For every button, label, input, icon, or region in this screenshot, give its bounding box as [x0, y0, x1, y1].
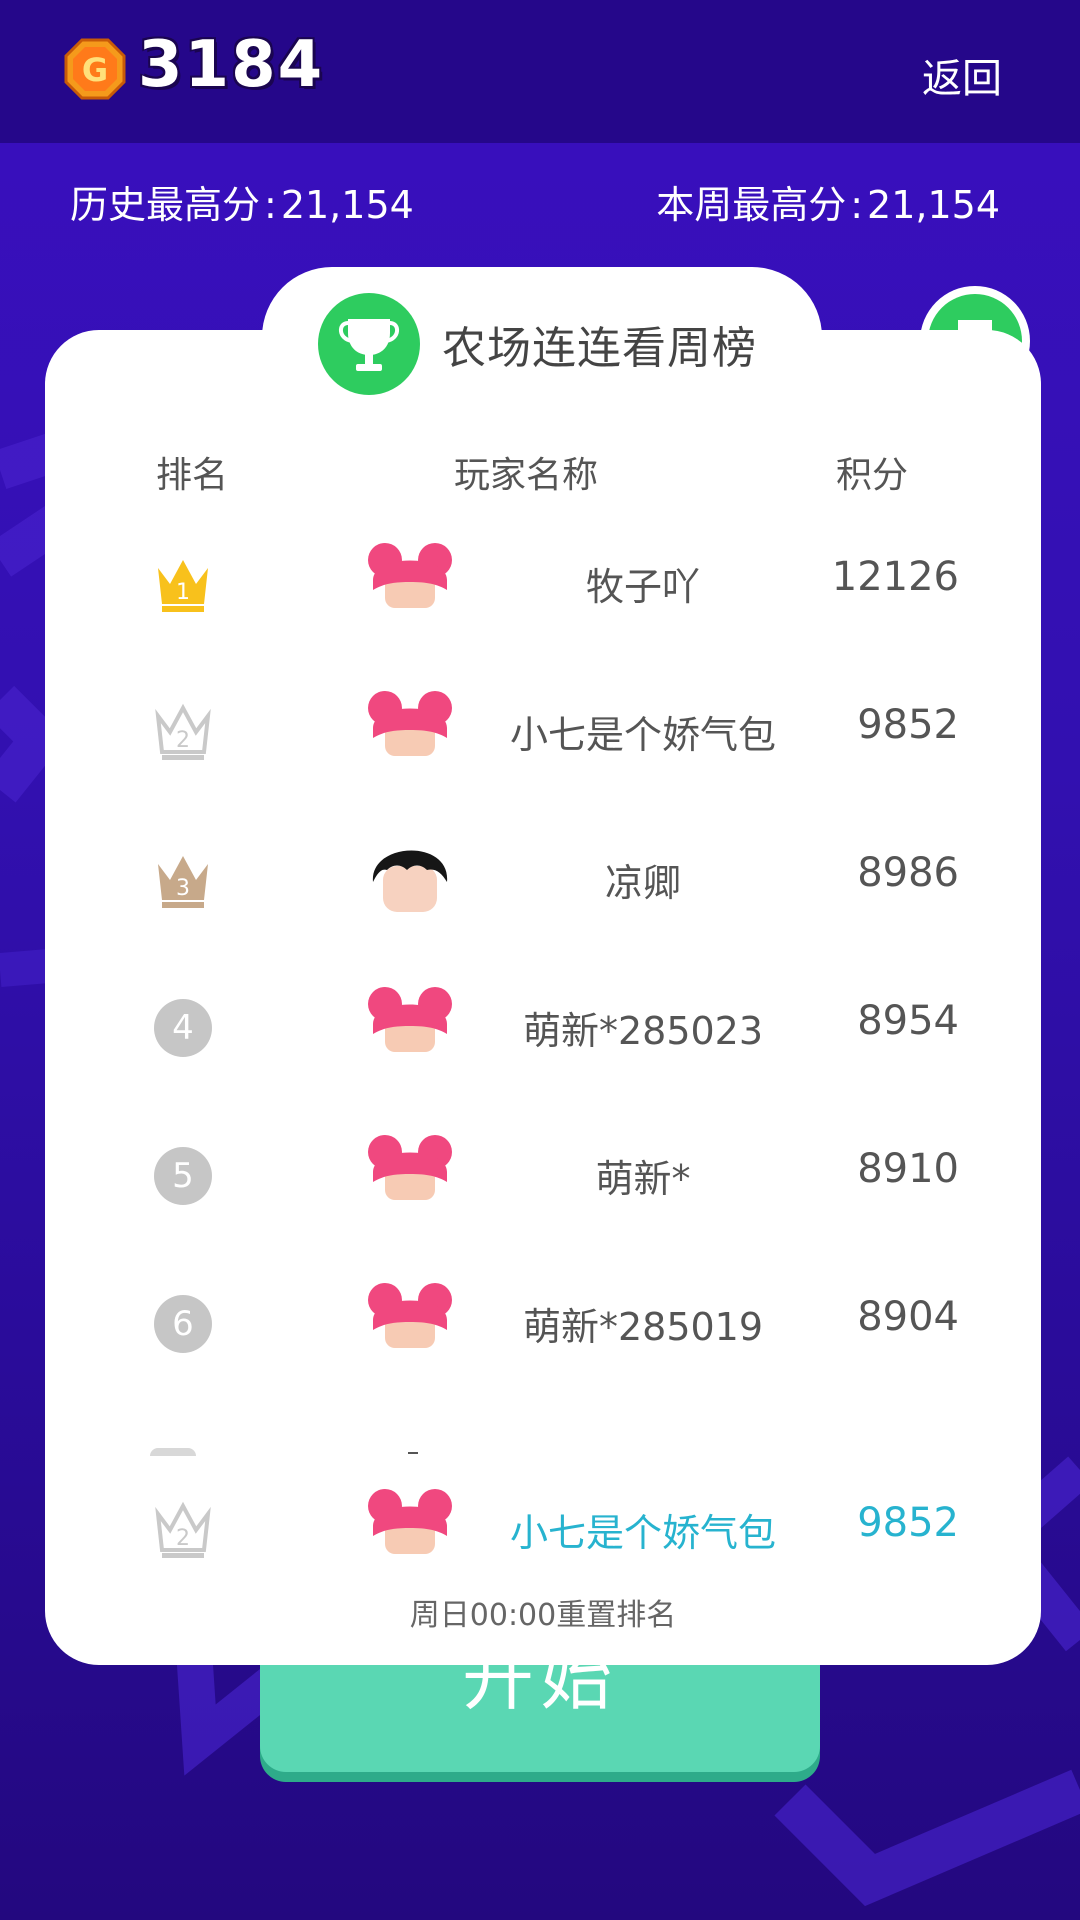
gold-crown-icon: 1	[145, 546, 221, 622]
history-separator: :	[264, 183, 277, 227]
history-best-label: 历史最高分	[70, 183, 261, 227]
trophy-icon	[318, 293, 420, 395]
gold-coin-icon: G	[64, 38, 126, 100]
rank-badge: 4	[145, 990, 221, 1066]
player-score: 12126	[831, 554, 959, 600]
player-score: 9852	[857, 702, 959, 748]
rank-number: 6	[154, 1295, 212, 1353]
player-score: 8986	[857, 850, 959, 896]
rank-badge: 6	[145, 1286, 221, 1362]
player-score: 8954	[857, 998, 959, 1044]
rank-number: 4	[154, 999, 212, 1057]
week-best-label: 本周最高分	[656, 183, 847, 227]
rank-number: 3	[176, 876, 190, 901]
coin-letter: G	[82, 51, 108, 89]
column-header-rank: 排名	[156, 455, 229, 496]
history-best-score: 历史最高分:21,154	[70, 174, 414, 229]
my-player-score: 9852	[857, 1500, 959, 1546]
player-name: 牧子吖	[585, 565, 700, 609]
week-separator: :	[850, 183, 864, 227]
pink-bun-hair-avatar	[368, 691, 452, 756]
player-score: 8904	[857, 1294, 959, 1340]
my-rank-row[interactable]: 2 小七是个娇气包 9852	[45, 1454, 1041, 1602]
player-score: 8910	[857, 1146, 959, 1192]
black-hair-avatar	[372, 850, 448, 912]
week-best-value: 21,154	[867, 183, 1000, 227]
leaderboard-row[interactable]: 5 萌新* 8910	[45, 1100, 1041, 1248]
player-name: 凉卿	[604, 861, 681, 905]
rank-number: 2	[176, 728, 190, 753]
player-name: 萌新*	[595, 1157, 691, 1201]
leaderboard-row[interactable]: 3 凉卿 8986	[45, 804, 1041, 952]
rank-number: 5	[154, 1147, 212, 1205]
column-header-name: 玩家名称	[454, 455, 599, 496]
week-best-score: 本周最高分:21,154	[656, 174, 1000, 229]
player-name: 萌新*285019	[522, 1305, 764, 1349]
reset-notice: 周日00:00重置排名	[409, 1598, 677, 1633]
back-button[interactable]: 返回	[922, 46, 1002, 104]
pink-bun-hair-avatar	[368, 987, 452, 1052]
column-header-score: 积分	[836, 455, 909, 496]
silver-crown-icon: 2	[145, 1492, 221, 1568]
leaderboard-row[interactable]: 4 萌新*285023 8954	[45, 952, 1041, 1100]
my-player-name: 小七是个娇气包	[509, 1511, 776, 1555]
pink-bun-hair-avatar	[368, 543, 452, 608]
leaderboard-row[interactable]: 6 萌新*285019 8904	[45, 1248, 1041, 1396]
leaderboard-row[interactable]: 1 牧子吖 12126	[45, 508, 1041, 656]
pink-bun-hair-avatar	[368, 1489, 452, 1554]
pink-bun-hair-avatar	[368, 1283, 452, 1348]
top-bar: G 3184 返回	[0, 0, 1080, 143]
leaderboard-title-bar: 农场连连看周榜	[318, 293, 757, 395]
coin-count: 3184	[138, 28, 325, 102]
history-best-value: 21,154	[280, 183, 414, 227]
rank-number: 2	[176, 1526, 190, 1551]
rank-number: 1	[176, 580, 190, 605]
player-name: 小七是个娇气包	[509, 713, 776, 757]
silver-crown-icon: 2	[145, 694, 221, 770]
pink-bun-hair-avatar	[368, 1135, 452, 1200]
player-name: 萌新*285023	[522, 1009, 764, 1053]
bronze-crown-icon: 3	[145, 842, 221, 918]
leaderboard-row[interactable]: 2 小七是个娇气包 9852	[45, 656, 1041, 804]
rank-badge: 5	[145, 1138, 221, 1214]
leaderboard-title: 农场连连看周榜	[442, 323, 757, 374]
